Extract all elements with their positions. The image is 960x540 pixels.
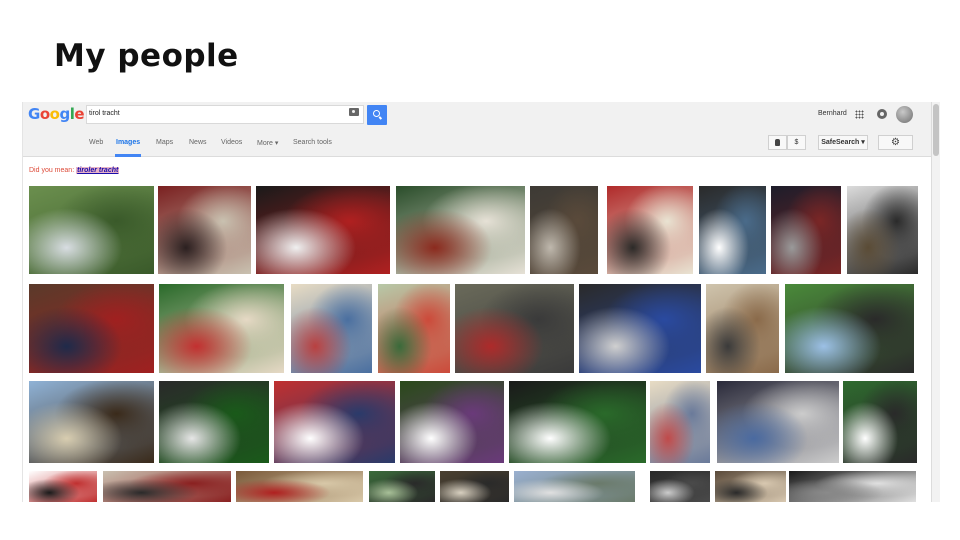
image-result-thumbnail[interactable] [29,186,154,274]
tab-news[interactable]: News [189,139,207,146]
size-filter-button[interactable]: $ [787,135,806,150]
logo-letter: g [59,105,70,123]
image-result-thumbnail[interactable] [650,471,710,502]
image-result-thumbnail[interactable] [159,381,269,463]
tab-search-tools[interactable]: Search tools [293,139,332,146]
tab-more[interactable]: More ▾ [257,139,278,147]
image-result-thumbnail[interactable] [579,284,701,373]
image-result-thumbnail[interactable] [717,381,839,463]
image-result-thumbnail[interactable] [785,284,914,373]
image-result-thumbnail[interactable] [236,471,363,502]
gear-icon: ⚙ [891,137,900,148]
image-result-thumbnail[interactable] [29,381,154,463]
image-result-thumbnail[interactable] [509,381,646,463]
image-result-thumbnail[interactable] [29,471,97,502]
tab-maps[interactable]: Maps [156,139,173,146]
image-result-thumbnail[interactable] [274,381,395,463]
tab-videos[interactable]: Videos [221,139,242,146]
spelling-suggestion: Did you mean: tiroler tracht [29,167,120,174]
notifications-icon[interactable] [877,109,887,119]
search-tabs-bar: Web Images Maps News Videos More ▾ Searc… [23,129,931,157]
image-result-thumbnail[interactable] [771,186,841,274]
image-result-thumbnail[interactable] [158,186,251,274]
scrollbar-thumb[interactable] [933,104,939,156]
google-header: Google tirol tracht Bernhard [23,102,931,129]
suggestion-link[interactable]: tiroler tracht [76,167,120,174]
tab-images[interactable]: Images [116,139,140,146]
image-result-thumbnail[interactable] [650,381,710,463]
search-input[interactable]: tirol tracht [86,105,364,124]
logo-letter: G [28,105,40,123]
avatar[interactable] [896,106,913,123]
image-result-thumbnail[interactable] [440,471,509,502]
logo-letter: o [39,105,50,123]
active-tab-indicator [115,154,141,157]
image-result-thumbnail[interactable] [715,471,786,502]
safesearch-button[interactable]: SafeSearch ▾ [818,135,868,150]
image-result-thumbnail[interactable] [159,284,284,373]
slide-title: My people [54,38,239,74]
logo-letter: o [49,105,60,123]
logo-letter: e [74,105,85,123]
image-result-thumbnail[interactable] [789,471,916,502]
image-result-thumbnail[interactable] [291,284,372,373]
user-name[interactable]: Bernhard [818,110,847,117]
image-result-thumbnail[interactable] [400,381,504,463]
image-result-thumbnail[interactable] [455,284,574,373]
image-result-thumbnail[interactable] [29,284,154,373]
apps-grid-icon[interactable] [855,110,864,119]
image-result-thumbnail[interactable] [514,471,635,502]
image-result-thumbnail[interactable] [256,186,390,274]
scrollbar[interactable] [931,102,940,502]
image-result-thumbnail[interactable] [706,284,779,373]
image-result-thumbnail[interactable] [843,381,917,463]
tab-web[interactable]: Web [89,139,103,146]
search-icon [373,110,380,117]
image-result-thumbnail[interactable] [378,284,450,373]
image-result-thumbnail[interactable] [103,471,231,502]
image-result-thumbnail[interactable] [369,471,435,502]
image-result-thumbnail[interactable] [847,186,918,274]
image-result-thumbnail[interactable] [530,186,598,274]
search-button[interactable] [367,105,387,125]
image-result-thumbnail[interactable] [607,186,693,274]
settings-button[interactable]: ⚙ [878,135,913,150]
personal-results-button[interactable] [768,135,787,150]
browser-window: Google tirol tracht Bernhard Web Images … [22,102,931,502]
google-logo[interactable]: Google [28,105,85,123]
camera-icon[interactable] [349,108,359,116]
image-result-thumbnail[interactable] [699,186,766,274]
suggestion-prefix: Did you mean: [29,167,77,174]
image-result-thumbnail[interactable] [396,186,525,274]
